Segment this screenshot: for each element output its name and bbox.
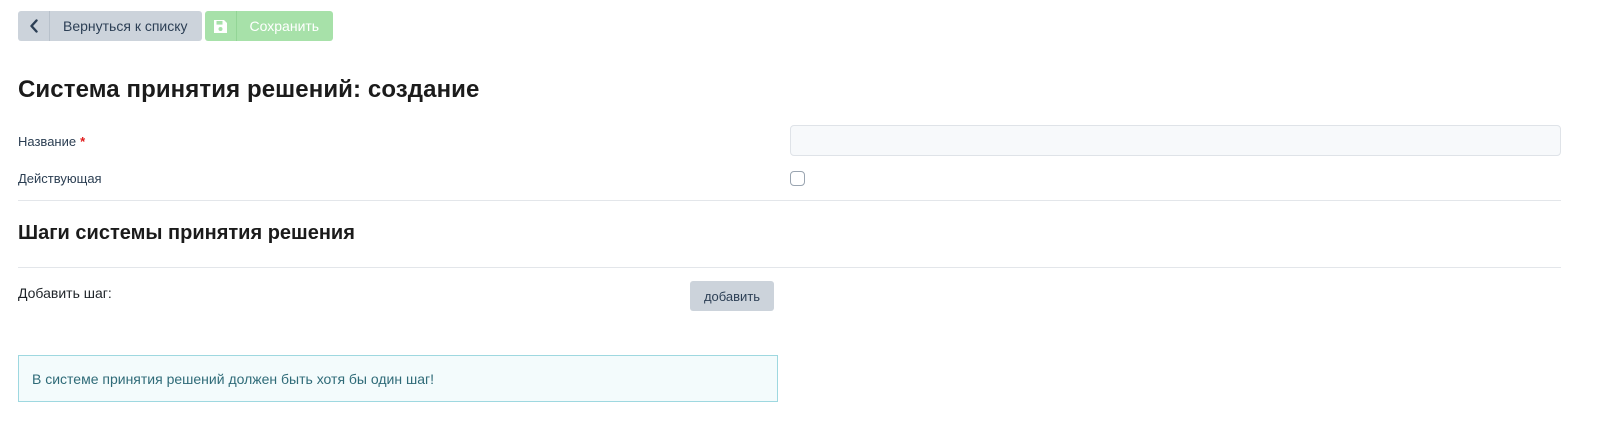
required-mark: * [80,134,86,149]
active-checkbox[interactable] [790,171,805,186]
back-to-list-label: Вернуться к списку [63,18,188,34]
page-title: Система принятия решений: создание [18,76,480,103]
floppy-disk-icon [205,11,237,41]
name-input[interactable] [790,125,1561,156]
save-button[interactable]: Сохранить [204,11,334,41]
name-field-label: Название * [18,134,85,149]
save-label: Сохранить [249,18,320,34]
divider [18,267,1561,268]
chevron-left-icon [18,11,50,41]
steps-alert-text: В системе принятия решений должен быть х… [32,370,434,387]
add-step-button[interactable]: добавить [690,281,774,311]
back-to-list-button[interactable]: Вернуться к списку [18,11,202,41]
add-step-label: Добавить шаг: [18,285,112,301]
name-label-text: Название [18,134,77,149]
steps-alert: В системе принятия решений должен быть х… [18,355,778,402]
steps-section-title: Шаги системы принятия решения [18,222,355,244]
active-field-label: Действующая [18,171,102,186]
divider [18,200,1561,201]
toolbar: Вернуться к списку Сохранить [18,11,334,41]
